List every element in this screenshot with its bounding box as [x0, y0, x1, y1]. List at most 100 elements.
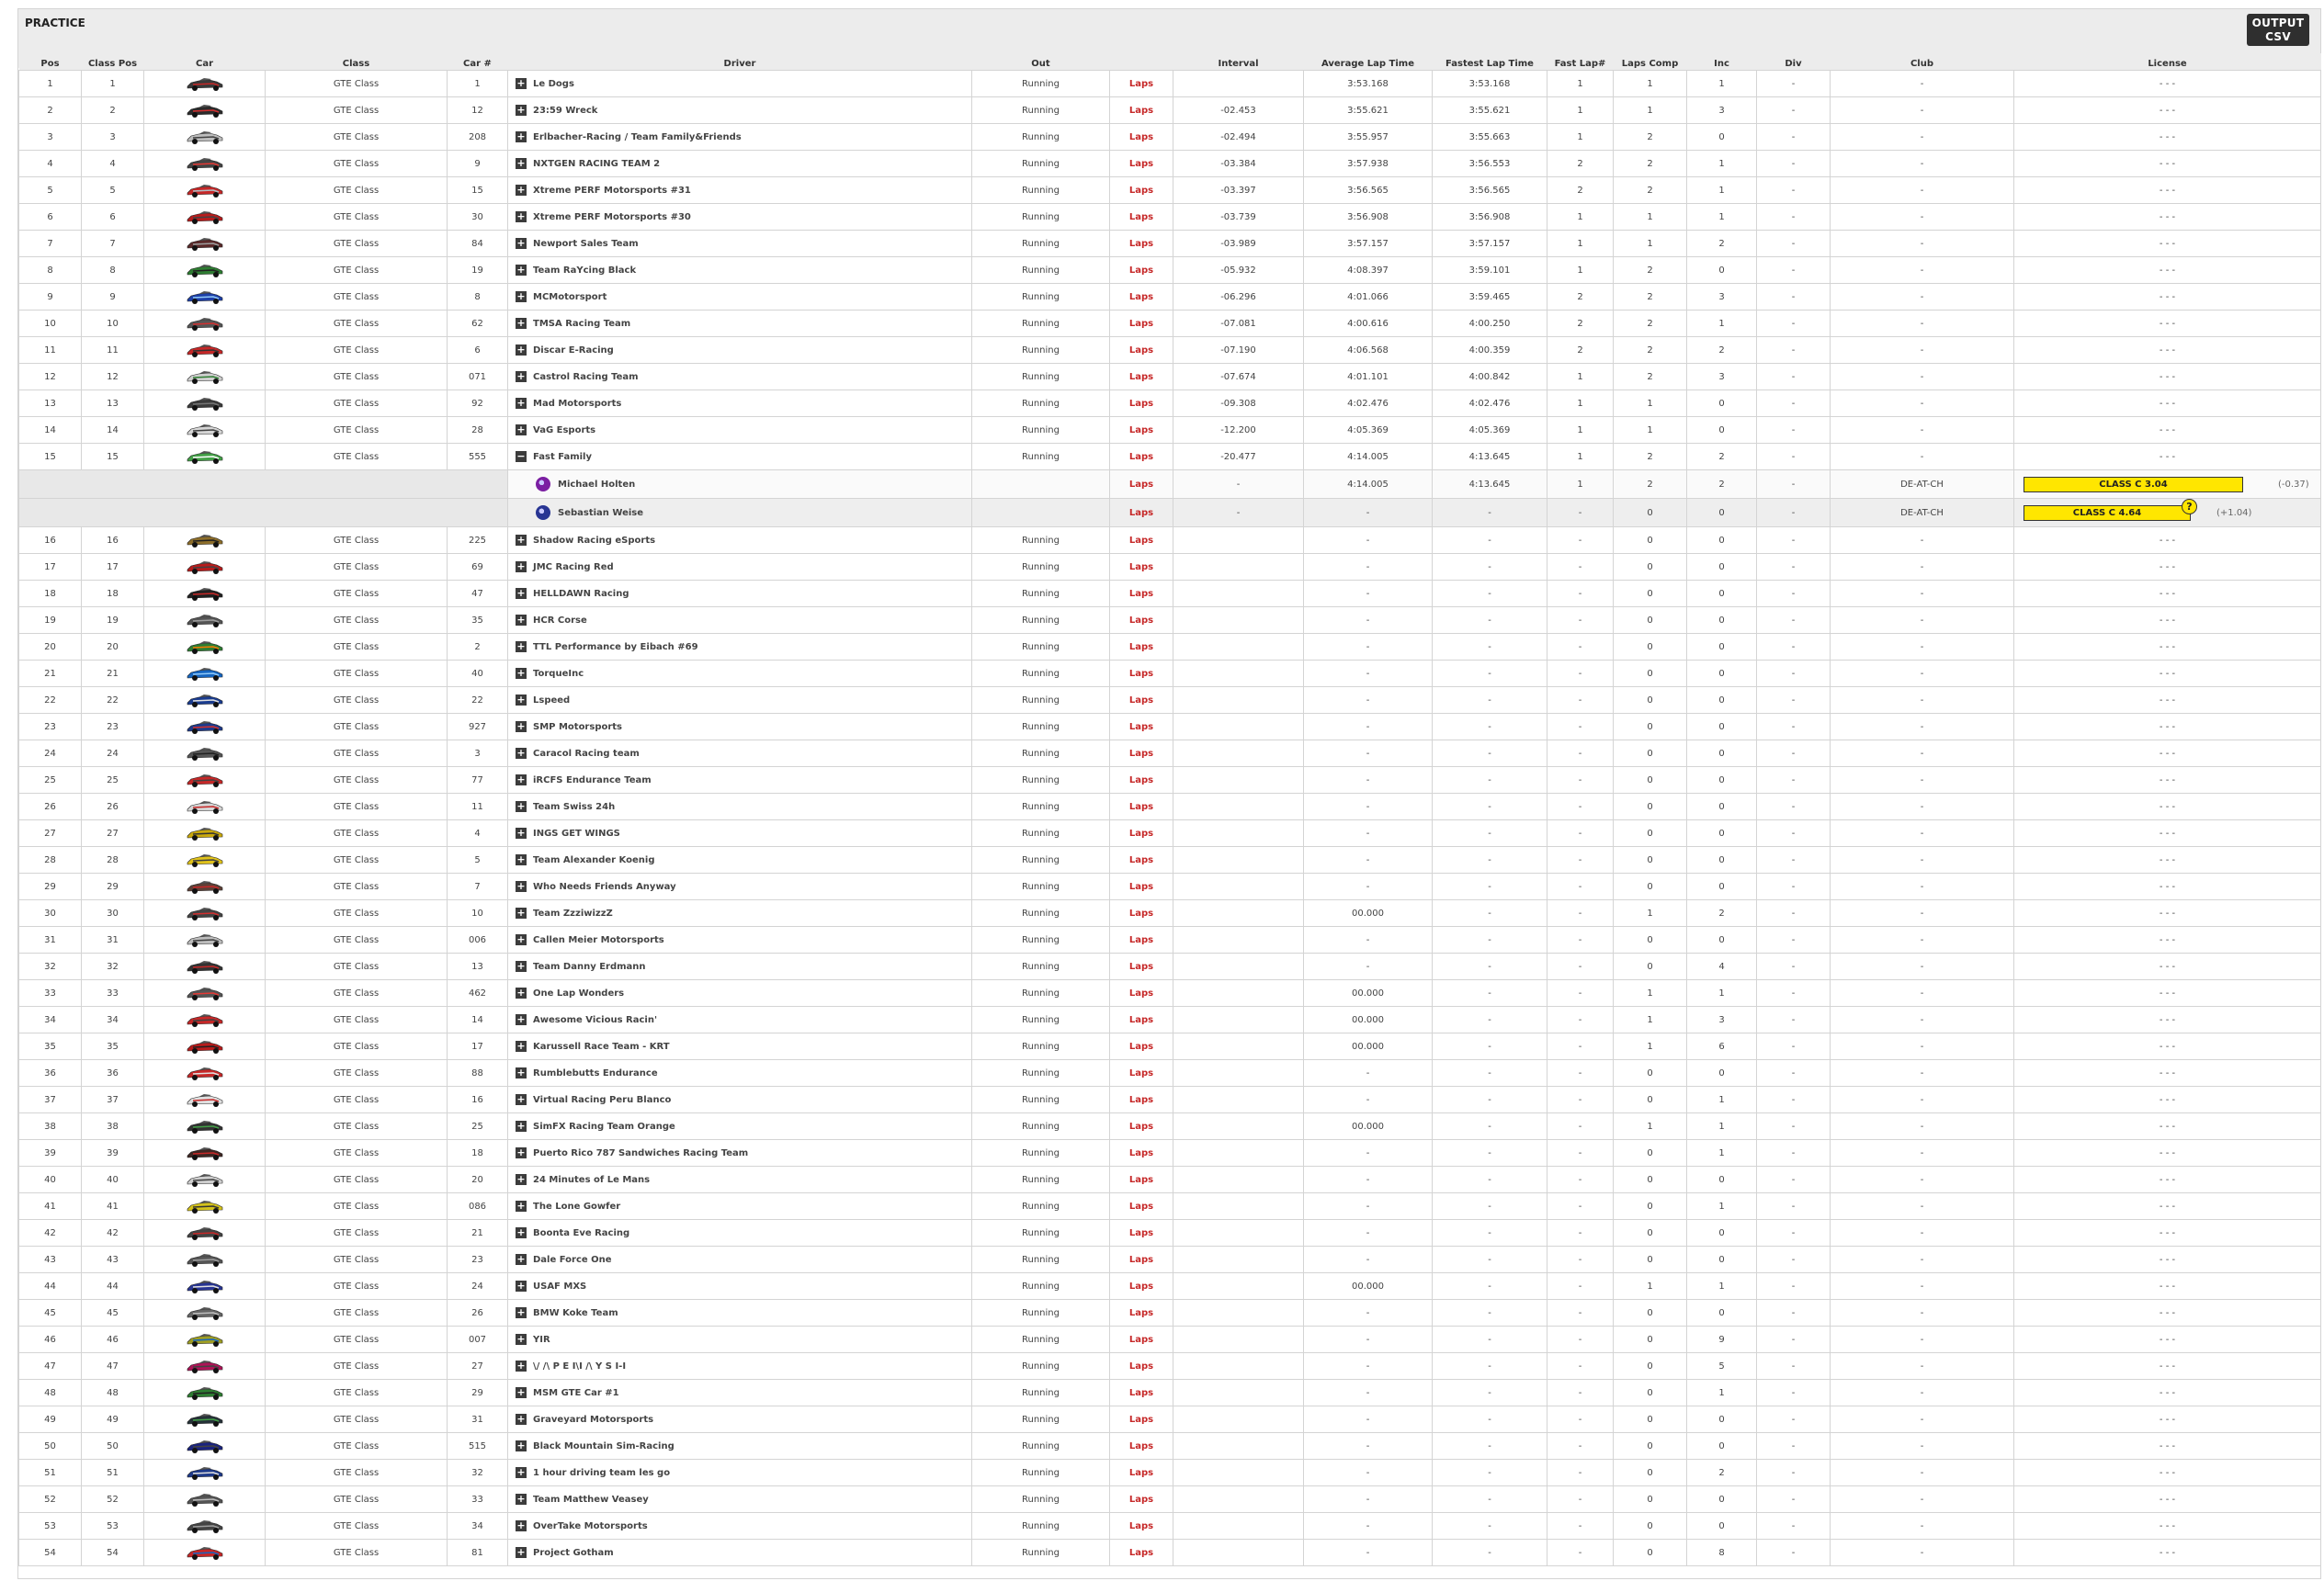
team-name[interactable]: MCMotorsport — [533, 292, 607, 302]
expand-icon[interactable]: + — [516, 615, 527, 626]
laps-link[interactable]: Laps — [1109, 580, 1173, 607]
team-name[interactable]: INGS GET WINGS — [533, 829, 620, 839]
laps-link[interactable]: Laps — [1109, 1432, 1173, 1460]
expand-icon[interactable]: + — [516, 1041, 527, 1052]
collapse-icon[interactable]: − — [516, 451, 527, 462]
expand-icon[interactable]: + — [516, 695, 527, 706]
laps-link[interactable]: Laps — [1109, 1246, 1173, 1273]
team-name[interactable]: Callen Meier Motorsports — [533, 935, 664, 945]
team-name[interactable]: BMW Koke Team — [533, 1308, 618, 1318]
laps-link[interactable]: Laps — [1109, 1033, 1173, 1060]
expand-icon[interactable]: + — [516, 1494, 527, 1505]
laps-link[interactable]: Laps — [1109, 1539, 1173, 1566]
laps-link[interactable]: Laps — [1109, 230, 1173, 257]
laps-link[interactable]: Laps — [1109, 1086, 1173, 1113]
team-name[interactable]: \/ /\ P E I\I /\ Y S I-I — [533, 1361, 626, 1372]
laps-link[interactable]: Laps — [1109, 553, 1173, 581]
team-name[interactable]: Team RaYcing Black — [533, 265, 636, 276]
expand-icon[interactable]: + — [516, 318, 527, 329]
expand-icon[interactable]: + — [516, 668, 527, 679]
laps-link[interactable]: Laps — [1109, 363, 1173, 390]
expand-icon[interactable]: + — [516, 1467, 527, 1478]
laps-link[interactable]: Laps — [1109, 443, 1173, 470]
expand-icon[interactable]: + — [516, 908, 527, 919]
laps-link[interactable]: Laps — [1109, 686, 1173, 714]
output-csv-button[interactable]: OUTPUT CSV — [2247, 14, 2309, 46]
laps-link[interactable]: Laps — [1109, 390, 1173, 417]
team-name[interactable]: MSM GTE Car #1 — [533, 1388, 619, 1398]
expand-icon[interactable]: + — [516, 1414, 527, 1425]
team-name[interactable]: Project Gotham — [533, 1548, 614, 1558]
team-name[interactable]: YIR — [533, 1335, 550, 1345]
team-name[interactable]: TTL Performance by Eibach #69 — [533, 642, 698, 652]
expand-icon[interactable]: + — [516, 1201, 527, 1212]
expand-icon[interactable]: + — [516, 1387, 527, 1398]
expand-icon[interactable]: + — [516, 1361, 527, 1372]
laps-link[interactable]: Laps — [1109, 979, 1173, 1007]
expand-icon[interactable]: + — [516, 561, 527, 572]
expand-icon[interactable]: + — [516, 238, 527, 249]
team-name[interactable]: Mad Motorsports — [533, 399, 621, 409]
laps-link[interactable]: Laps — [1109, 873, 1173, 900]
expand-icon[interactable]: + — [516, 1174, 527, 1185]
driver-name[interactable]: Michael Holten — [558, 480, 635, 490]
team-name[interactable]: Team ZzziwizzZ — [533, 909, 613, 919]
laps-link[interactable]: Laps — [1109, 1326, 1173, 1353]
laps-link[interactable]: Laps — [1109, 633, 1173, 661]
team-name[interactable]: Xtreme PERF Motorsports #31 — [533, 186, 691, 196]
expand-icon[interactable]: + — [516, 1254, 527, 1265]
laps-link[interactable]: Laps — [1109, 1006, 1173, 1033]
expand-icon[interactable]: + — [516, 535, 527, 546]
team-name[interactable]: 24 Minutes of Le Mans — [533, 1175, 650, 1185]
laps-link[interactable]: Laps — [1109, 70, 1173, 97]
team-name[interactable]: The Lone Gowfer — [533, 1202, 620, 1212]
laps-link[interactable]: Laps — [1109, 123, 1173, 151]
expand-icon[interactable]: + — [516, 424, 527, 435]
team-name[interactable]: 1 hour driving team les go — [533, 1468, 670, 1478]
laps-link[interactable]: Laps — [1109, 1139, 1173, 1167]
expand-icon[interactable]: + — [516, 371, 527, 382]
laps-link[interactable]: Laps — [1109, 310, 1173, 337]
laps-link[interactable]: Laps — [1109, 819, 1173, 847]
expand-icon[interactable]: + — [516, 211, 527, 222]
expand-icon[interactable]: + — [516, 961, 527, 972]
expand-icon[interactable]: + — [516, 1067, 527, 1078]
laps-link[interactable]: Laps — [1109, 713, 1173, 740]
expand-icon[interactable]: + — [516, 721, 527, 732]
expand-icon[interactable]: + — [516, 934, 527, 945]
expand-icon[interactable]: + — [516, 1147, 527, 1158]
team-name[interactable]: Team Danny Erdmann — [533, 962, 646, 972]
team-name[interactable]: Team Matthew Veasey — [533, 1495, 649, 1505]
driver-name[interactable]: Sebastian Weise — [558, 508, 643, 518]
team-name[interactable]: Caracol Racing team — [533, 749, 640, 759]
laps-link[interactable]: Laps — [1109, 526, 1173, 554]
laps-link[interactable]: Laps — [1109, 1485, 1173, 1513]
team-name[interactable]: VaG Esports — [533, 425, 595, 435]
expand-icon[interactable]: + — [516, 265, 527, 276]
expand-icon[interactable]: + — [516, 1520, 527, 1531]
laps-link[interactable]: Laps — [1109, 256, 1173, 284]
laps-link[interactable]: Laps — [1109, 150, 1173, 177]
team-name[interactable]: TorqueInc — [533, 669, 584, 679]
laps-link[interactable]: Laps — [1109, 793, 1173, 820]
laps-link[interactable]: Laps — [1109, 176, 1173, 204]
expand-icon[interactable]: + — [516, 881, 527, 892]
team-name[interactable]: Rumblebutts Endurance — [533, 1068, 658, 1078]
laps-link[interactable]: Laps — [1109, 1112, 1173, 1140]
team-name[interactable]: Lspeed — [533, 695, 570, 706]
team-name[interactable]: 23:59 Wreck — [533, 106, 597, 116]
team-name[interactable]: Graveyard Motorsports — [533, 1415, 653, 1425]
laps-link[interactable]: Laps — [1109, 1166, 1173, 1193]
laps-link[interactable]: Laps — [1109, 1379, 1173, 1406]
laps-link[interactable]: Laps — [1109, 1219, 1173, 1247]
laps-link[interactable]: Laps — [1109, 469, 1173, 499]
laps-link[interactable]: Laps — [1109, 1299, 1173, 1327]
expand-icon[interactable]: + — [516, 854, 527, 865]
laps-link[interactable]: Laps — [1109, 96, 1173, 124]
team-name[interactable]: NXTGEN RACING TEAM 2 — [533, 159, 660, 169]
expand-icon[interactable]: + — [516, 291, 527, 302]
team-name[interactable]: Erlbacher-Racing / Team Family&Friends — [533, 132, 742, 142]
team-name[interactable]: Who Needs Friends Anyway — [533, 882, 676, 892]
laps-link[interactable]: Laps — [1109, 606, 1173, 634]
team-name[interactable]: Xtreme PERF Motorsports #30 — [533, 212, 691, 222]
